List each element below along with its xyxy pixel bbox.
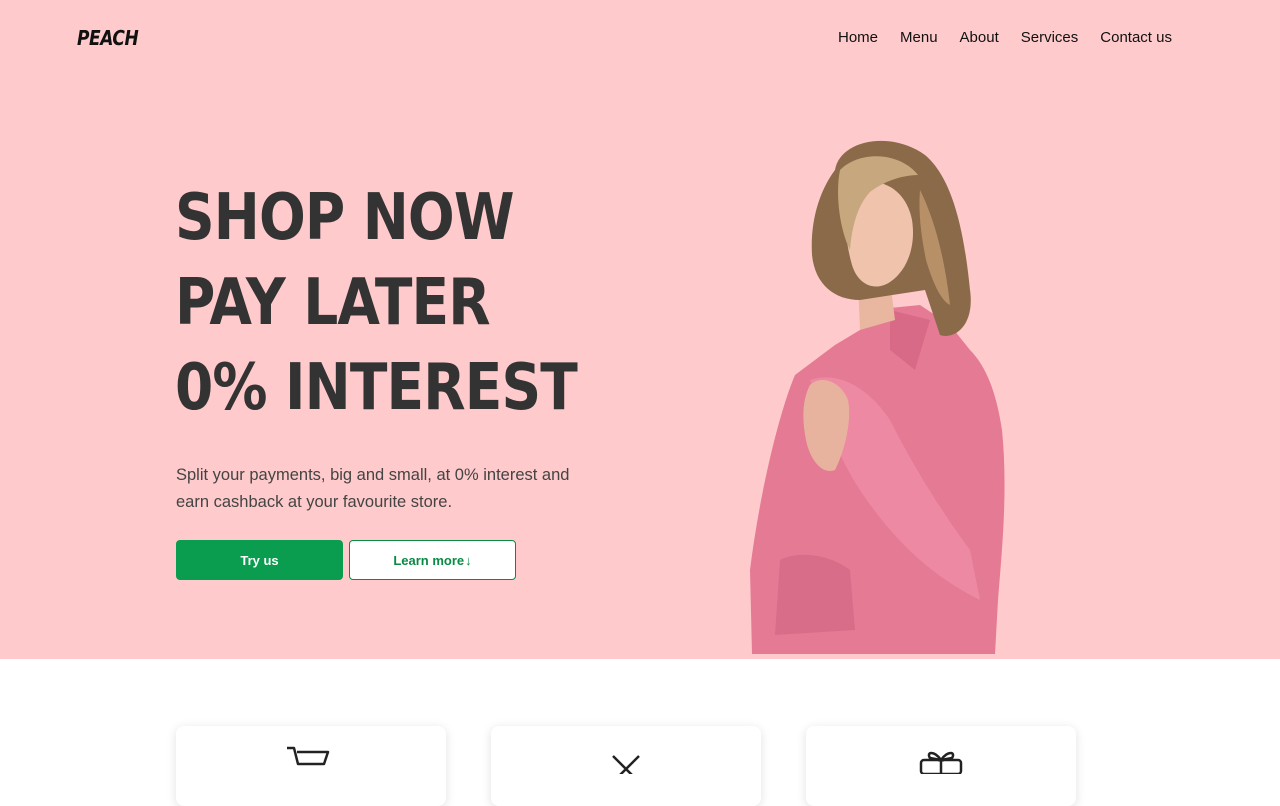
hero-model-image: [750, 140, 1005, 654]
nav-item-about[interactable]: About: [960, 29, 999, 46]
arrow-down-icon: ↓: [465, 552, 472, 568]
shopping-cart-icon: [287, 746, 330, 766]
main-nav: Home Menu About Services Contact us: [838, 29, 1172, 46]
hero-headline: SHOP NOW PAY LATER 0% INTEREST: [175, 176, 642, 431]
feature-card-gift: [806, 726, 1076, 806]
hero-section: PEACH Home Menu About Services Contact u…: [0, 0, 1280, 659]
learn-more-button[interactable]: Learn more ↓: [349, 540, 516, 580]
brand-logo[interactable]: PEACH: [77, 26, 139, 50]
nav-item-menu[interactable]: Menu: [900, 29, 938, 46]
gift-icon: [919, 751, 963, 774]
feature-card-x: [491, 726, 761, 806]
nav-item-contact[interactable]: Contact us: [1100, 29, 1172, 46]
headline-line-3: 0% INTEREST: [175, 351, 578, 425]
headline-line-2: PAY LATER: [175, 266, 491, 340]
close-x-icon: [612, 755, 640, 774]
feature-card-cart: [176, 726, 446, 806]
try-us-label: Try us: [240, 552, 279, 568]
learn-more-label: Learn more: [393, 552, 465, 568]
hero-subtext: Split your payments, big and small, at 0…: [176, 466, 570, 511]
nav-item-services[interactable]: Services: [1021, 29, 1079, 46]
nav-item-home[interactable]: Home: [838, 29, 878, 46]
headline-line-1: SHOP NOW: [175, 181, 515, 255]
try-us-button[interactable]: Try us: [176, 540, 343, 580]
